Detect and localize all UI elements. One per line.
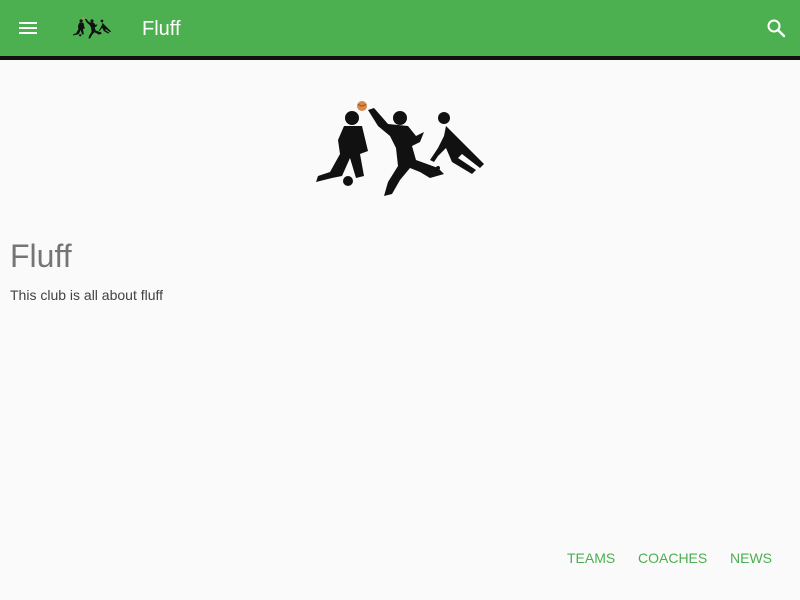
menu-button[interactable] [16, 16, 40, 40]
search-button[interactable] [764, 16, 788, 40]
toolbar-title: Fluff [142, 18, 181, 40]
news-link[interactable]: NEWS [730, 546, 772, 570]
toolbar-divider [0, 56, 800, 60]
teams-link[interactable]: TEAMS [567, 546, 615, 570]
app-toolbar: Fluff [0, 0, 800, 56]
menu-icon [19, 22, 37, 34]
search-icon [767, 19, 786, 38]
app-root: Fluff Fluff This club is all about fluff [0, 0, 800, 600]
club-nav: TEAMS COACHES NEWS [560, 546, 780, 570]
coaches-link[interactable]: COACHES [638, 546, 707, 570]
club-name: Fluff [10, 238, 72, 274]
club-description: This club is all about fluff [10, 287, 164, 303]
toolbar-logo [72, 17, 112, 39]
club-logo [316, 101, 484, 196]
